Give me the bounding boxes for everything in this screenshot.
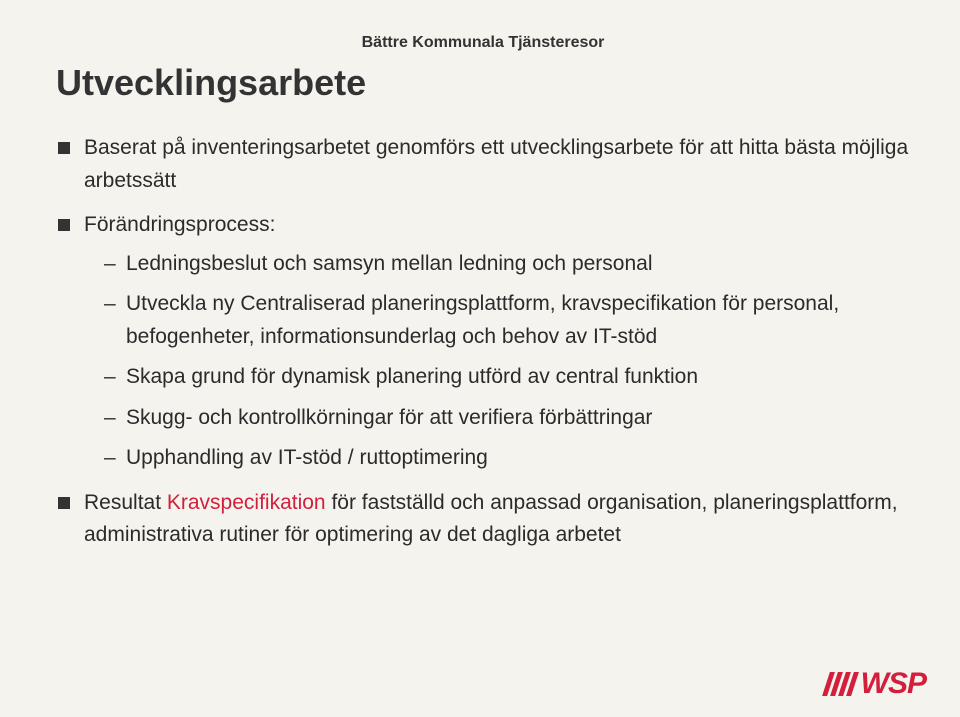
dash-text: Skugg- och kontrollkörningar för att ver… [126, 406, 652, 429]
header-label: Bättre Kommunala Tjänsteresor [56, 34, 910, 52]
dash-text: Upphandling av IT-stöd / ruttoptimering [126, 446, 488, 469]
dash-list: Ledningsbeslut och samsyn mellan ledning… [104, 248, 910, 475]
dash-text: Ledningsbeslut och samsyn mellan ledning… [126, 252, 653, 275]
wsp-logo: WSP [826, 667, 926, 701]
square-bullet-icon [58, 497, 70, 509]
dash-item: Upphandling av IT-stöd / ruttoptimering [104, 442, 910, 475]
page-title: Utvecklingsarbete [56, 62, 910, 104]
square-bullet-icon [58, 142, 70, 154]
slide: Bättre Kommunala Tjänsteresor Utveckling… [0, 0, 960, 717]
dash-item: Utveckla ny Centraliserad planeringsplat… [104, 288, 910, 353]
bullet-item: Förändringsprocess: Ledningsbeslut och s… [56, 209, 910, 475]
bullet-item: Resultat Kravspecifikation för fastställ… [56, 487, 910, 552]
dash-item: Skapa grund för dynamisk planering utför… [104, 361, 910, 394]
logo-text: WSP [861, 667, 926, 701]
dash-text: Skapa grund för dynamisk planering utför… [126, 365, 698, 388]
dash-item: Ledningsbeslut och samsyn mellan ledning… [104, 248, 910, 281]
square-bullet-icon [58, 219, 70, 231]
bullet-text-prefix: Resultat [84, 491, 167, 514]
bullet-list: Baserat på inventeringsarbetet genomförs… [56, 132, 910, 552]
bullet-item: Baserat på inventeringsarbetet genomförs… [56, 132, 910, 197]
bullet-text: Baserat på inventeringsarbetet genomförs… [84, 136, 908, 192]
logo-bars-icon [826, 672, 855, 696]
dash-text: Utveckla ny Centraliserad planeringsplat… [126, 292, 839, 348]
dash-item: Skugg- och kontrollkörningar för att ver… [104, 402, 910, 435]
bullet-text: Förändringsprocess: [84, 213, 275, 236]
bullet-text-highlight: Kravspecifikation [167, 491, 326, 514]
